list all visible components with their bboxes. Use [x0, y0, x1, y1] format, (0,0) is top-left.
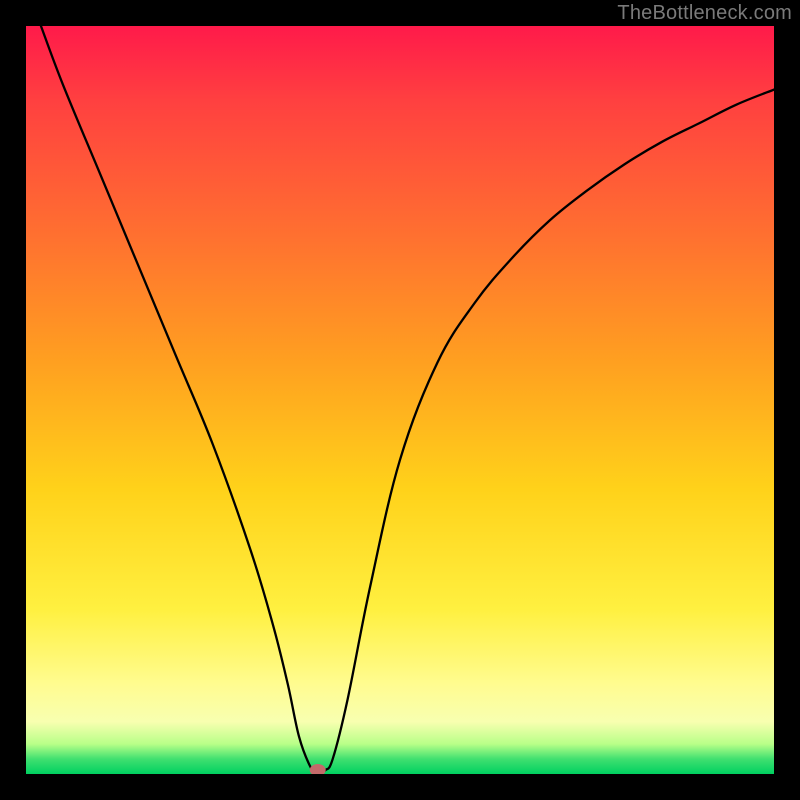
bottleneck-curve	[41, 26, 774, 774]
minimum-marker	[310, 764, 326, 774]
chart-frame: TheBottleneck.com	[0, 0, 800, 800]
curve-svg	[26, 26, 774, 774]
plot-area	[26, 26, 774, 774]
watermark-text: TheBottleneck.com	[617, 2, 792, 25]
